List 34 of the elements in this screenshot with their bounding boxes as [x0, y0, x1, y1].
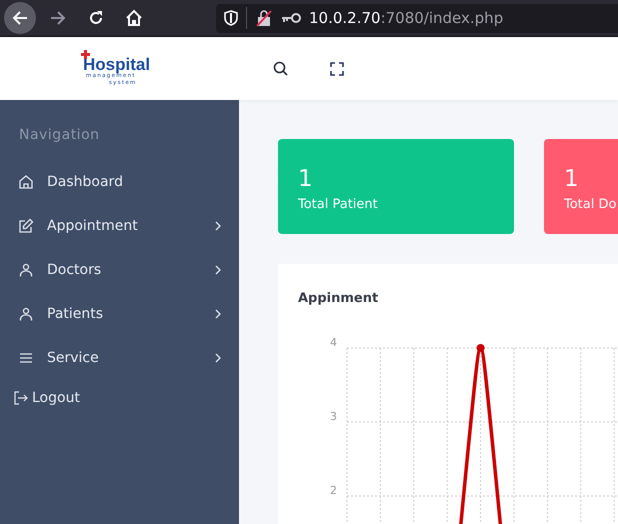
- back-arrow-icon: [11, 9, 29, 27]
- logo-text: Hospital: [82, 56, 152, 73]
- nav-item[interactable]: Appointment: [0, 204, 239, 248]
- chart-title: Appinment: [298, 291, 380, 306]
- stat-label: Total Do: [564, 197, 616, 212]
- home-icon: [18, 174, 34, 190]
- fullscreen-icon[interactable]: [330, 62, 344, 76]
- shield-icon: [224, 10, 238, 26]
- back-button[interactable]: [4, 2, 36, 34]
- stat-value: 1: [564, 166, 579, 192]
- user-icon: [18, 306, 34, 322]
- y-tick-label: 4: [330, 336, 337, 349]
- cross-icon: [81, 50, 90, 59]
- reload-icon: [87, 9, 105, 27]
- forward-arrow-icon: [49, 9, 67, 27]
- stat-label: Total Patient: [298, 197, 378, 212]
- search-icon[interactable]: [273, 61, 288, 76]
- nav-heading: Navigation: [18, 127, 101, 143]
- key-icon: [281, 12, 301, 24]
- user-icon: [18, 262, 34, 278]
- y-tick-label: 2: [330, 484, 337, 497]
- logout-link[interactable]: Logout: [0, 380, 239, 416]
- logout-icon: [14, 391, 28, 405]
- url-text: 10.0.2.70:7080/index.php: [309, 9, 504, 27]
- address-bar[interactable]: 10.0.2.70:7080/index.php: [216, 4, 618, 32]
- edit-icon: [18, 218, 34, 234]
- nav-item[interactable]: Patients: [0, 292, 239, 336]
- nav-item[interactable]: Service: [0, 336, 239, 380]
- nav-item[interactable]: Dashboard: [0, 160, 239, 204]
- stat-value: 1: [298, 166, 313, 192]
- home-icon: [125, 9, 143, 27]
- insecure-lock-icon: [255, 9, 273, 27]
- y-tick-label: 3: [330, 410, 337, 423]
- nav-item[interactable]: Doctors: [0, 248, 239, 292]
